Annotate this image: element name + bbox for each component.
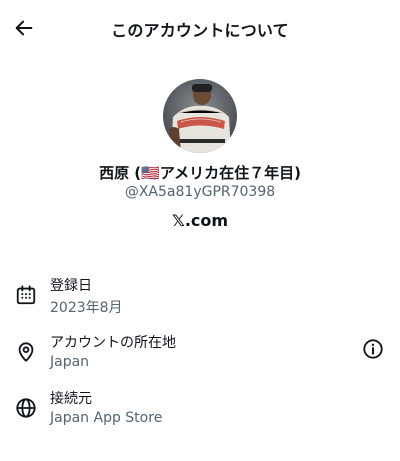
calendar-icon <box>16 285 36 305</box>
display-name: 西原 (🇺🇸アメリカ在住７年目) <box>99 164 301 182</box>
header: このアカウントについて <box>0 0 400 56</box>
site-logo-text: .com <box>184 211 229 230</box>
connected-via-value: Japan App Store <box>50 410 163 426</box>
account-location-row: アカウントの所在地 Japan <box>0 330 400 378</box>
x-com-logo: 𝕏.com <box>0 211 400 230</box>
about-account-page: このアカウントについて 西原 (🇺🇸アメリカ在住７年目) @XA5a81yGPR… <box>0 0 400 461</box>
x-logo-icon: 𝕏 <box>171 211 185 230</box>
avatar-image <box>163 79 237 153</box>
account-location-label: アカウントの所在地 <box>50 335 176 351</box>
info-icon[interactable] <box>362 338 384 360</box>
user-handle: @XA5a81yGPR70398 <box>124 184 276 200</box>
location-pin-icon <box>18 342 34 362</box>
avatar[interactable] <box>163 79 237 153</box>
account-location-value: Japan <box>50 354 90 370</box>
globe-icon <box>16 398 36 418</box>
connected-via-row: 接続元 Japan App Store <box>0 386 400 434</box>
join-date-label: 登録日 <box>50 278 92 294</box>
page-title: このアカウントについて <box>111 21 289 40</box>
join-date-value: 2023年8月 <box>50 300 123 316</box>
join-date-row: 登録日 2023年8月 <box>0 273 400 321</box>
connected-via-label: 接続元 <box>50 391 92 407</box>
